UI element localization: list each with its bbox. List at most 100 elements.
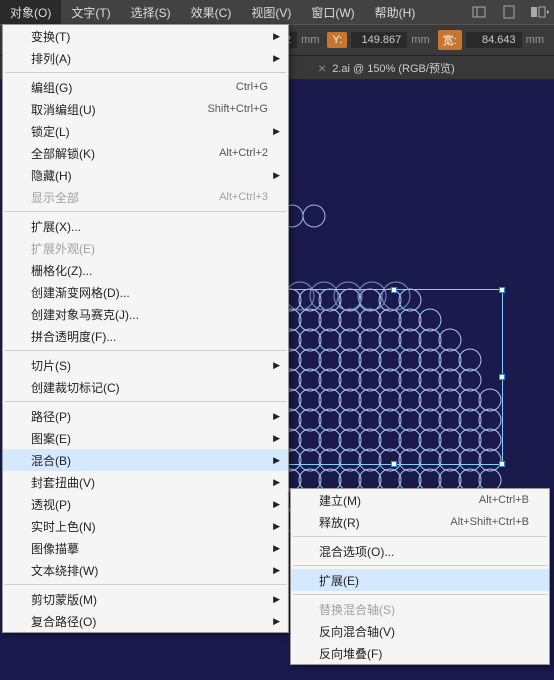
menu-separator [293,594,547,595]
menu-label: 反向混合轴(V) [319,623,529,640]
menu-label: 扩展(E) [319,572,529,589]
menu-item[interactable]: 释放(R)Alt+Shift+Ctrl+B [291,511,549,533]
menu-label: 混合(B) [31,452,268,469]
menu-item[interactable]: 扩展(E) [291,569,549,591]
menu-label: 栅格化(Z)... [31,262,268,279]
menu-item[interactable]: 锁定(L)▶ [3,120,288,142]
menu-label: 创建裁切标记(C) [31,379,268,396]
menu-item[interactable]: 扩展(X)... [3,215,288,237]
menu-item[interactable]: 复合路径(O) ▶ [3,610,288,632]
menu-item[interactable]: 反向堆叠(F) [291,642,549,664]
menu-item[interactable]: 全部解锁(K)Alt+Ctrl+2 [3,142,288,164]
menu-select[interactable]: 选择(S) [121,0,181,24]
menu-item[interactable]: 创建渐变网格(D)... [3,281,288,303]
menu-view[interactable]: 视图(V) [241,0,301,24]
layout-icon[interactable] [468,1,490,23]
menu-item[interactable]: 排列(A) ▶ [3,47,288,69]
menu-item[interactable]: 拼合透明度(F)... [3,325,288,347]
menu-label: 拼合透明度(F)... [31,328,268,345]
submenu-arrow-icon: ▶ [273,616,280,627]
menu-separator [5,401,286,402]
menu-label: 创建对象马赛克(J)... [31,306,268,323]
menu-item[interactable]: 透视(P) ▶ [3,493,288,515]
menu-separator [293,536,547,537]
submenu-arrow-icon: ▶ [273,455,280,466]
menu-item[interactable]: 栅格化(Z)... [3,259,288,281]
menu-label: 图像描摹 [31,540,268,557]
menu-help[interactable]: 帮助(H) [365,0,426,24]
menu-item[interactable]: 反向混合轴(V) [291,620,549,642]
menu-label: 创建渐变网格(D)... [31,284,268,301]
menu-item[interactable]: 隐藏(H)▶ [3,164,288,186]
menu-label: 切片(S) [31,357,268,374]
menu-item[interactable]: 实时上色(N) ▶ [3,515,288,537]
menu-item[interactable]: 取消编组(U)Shift+Ctrl+G [3,98,288,120]
menu-label: 替换混合轴(S) [319,601,529,618]
menu-item[interactable]: 建立(M)Alt+Ctrl+B [291,489,549,511]
menu-item: 替换混合轴(S) [291,598,549,620]
submenu-arrow-icon: ▶ [273,521,280,532]
menu-label: 变换(T) [31,28,268,45]
menu-label: 锁定(L) [31,123,268,140]
menu-item[interactable]: 剪切蒙版(M) ▶ [3,588,288,610]
menu-separator [5,584,286,585]
menu-label: 路径(P) [31,408,268,425]
menu-window[interactable]: 窗口(W) [301,0,364,24]
submenu-arrow-icon: ▶ [273,477,280,488]
menu-label: 隐藏(H) [31,167,268,184]
menu-separator [293,565,547,566]
submenu-arrow-icon: ▶ [273,565,280,576]
submenu-arrow-icon: ▶ [273,499,280,510]
submenu-arrow-icon: ▶ [273,411,280,422]
doc-icon[interactable] [498,1,520,23]
menu-label: 排列(A) [31,50,268,67]
menu-label: 建立(M) [319,492,479,509]
menu-item[interactable]: 创建对象马赛克(J)... [3,303,288,325]
menu-label: 混合选项(O)... [319,543,529,560]
menu-separator [5,350,286,351]
menu-label: 剪切蒙版(M) [31,591,268,608]
submenu-arrow-icon: ▶ [273,31,280,42]
menu-label: 编组(G) [31,79,236,96]
menu-shortcut: Shift+Ctrl+G [207,103,268,115]
blend-submenu: 建立(M)Alt+Ctrl+B释放(R)Alt+Shift+Ctrl+B 混合选项… [290,488,550,665]
menu-label: 封套扭曲(V) [31,474,268,491]
arrange-icon[interactable] [528,1,550,23]
menu-label: 复合路径(O) [31,613,268,630]
menu-item[interactable]: 路径(P) ▶ [3,405,288,427]
menu-shortcut: Alt+Ctrl+3 [219,191,268,203]
menu-item: 扩展外观(E) [3,237,288,259]
menu-separator [5,72,286,73]
menu-label: 实时上色(N) [31,518,268,535]
menu-label: 显示全部 [31,189,219,206]
menu-label: 释放(R) [319,514,450,531]
object-menu: 变换(T) ▶ 排列(A) ▶ 编组(G)Ctrl+G取消编组(U)Shift+Ctrl… [2,24,289,633]
menu-item[interactable]: 变换(T) ▶ [3,25,288,47]
menu-label: 透视(P) [31,496,268,513]
submenu-arrow-icon: ▶ [273,433,280,444]
menu-shortcut: Alt+Ctrl+2 [219,147,268,159]
submenu-arrow-icon: ▶ [273,53,280,64]
menu-item[interactable]: 创建裁切标记(C) [3,376,288,398]
menu-effect[interactable]: 效果(C) [181,0,242,24]
submenu-arrow-icon: ▶ [273,594,280,605]
menu-item[interactable]: 混合选项(O)... [291,540,549,562]
menu-label: 反向堆叠(F) [319,645,529,662]
menu-label: 图案(E) [31,430,268,447]
menu-item[interactable]: 图像描摹▶ [3,537,288,559]
menu-separator [5,211,286,212]
menu-item: 显示全部Alt+Ctrl+3 [3,186,288,208]
menu-item[interactable]: 编组(G)Ctrl+G [3,76,288,98]
menu-label: 全部解锁(K) [31,145,219,162]
menu-item[interactable]: 文本绕排(W) ▶ [3,559,288,581]
menu-label: 文本绕排(W) [31,562,268,579]
menu-object[interactable]: 对象(O) [0,0,61,24]
menu-item[interactable]: 混合(B) ▶ [3,449,288,471]
menu-type[interactable]: 文字(T) [61,0,120,24]
menubar: 对象(O) 文字(T) 选择(S) 效果(C) 视图(V) 窗口(W) 帮助(H… [0,0,554,24]
menu-item[interactable]: 切片(S)▶ [3,354,288,376]
menu-item[interactable]: 图案(E) ▶ [3,427,288,449]
menu-label: 扩展外观(E) [31,240,268,257]
menu-label: 扩展(X)... [31,218,268,235]
menu-item[interactable]: 封套扭曲(V) ▶ [3,471,288,493]
